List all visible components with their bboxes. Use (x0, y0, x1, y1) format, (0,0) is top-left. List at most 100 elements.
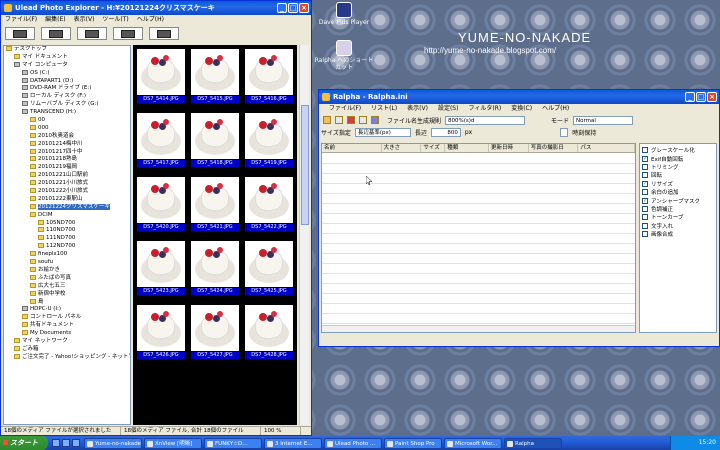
tree-node[interactable]: 00 (4, 117, 130, 125)
option-checkbox[interactable] (642, 231, 648, 238)
tree-node[interactable]: fineplx100 (4, 251, 130, 259)
maximize-button[interactable]: □ (696, 92, 706, 102)
tree-node[interactable]: OS (C:) (4, 69, 130, 78)
tree-node[interactable]: My Documents (4, 330, 130, 338)
column-header[interactable]: 更新日時 (489, 144, 529, 152)
menu-item[interactable]: ファイル(F) (329, 104, 361, 114)
column-header[interactable]: 写真の撮影日 (529, 144, 579, 152)
menu-item[interactable]: 変換(C) (511, 104, 532, 114)
tree-node[interactable]: デスクトップ (4, 46, 130, 54)
camera-button[interactable] (5, 27, 35, 40)
taskbar-button[interactable]: Ulead Photo ... (324, 437, 382, 449)
ralpha-titlebar[interactable]: Ralpha - Ralpha.ini _ □ × (319, 90, 719, 104)
scrollbar-thumb[interactable] (301, 105, 309, 225)
thumbnail[interactable]: DS7_5421.JPG (191, 177, 239, 231)
tree-node[interactable]: ごみ箱 (4, 345, 130, 354)
tree-node[interactable]: 105ND700 (4, 219, 130, 228)
keep-time-checkbox[interactable] (560, 127, 569, 137)
filter-option[interactable]: トリミング (642, 163, 714, 171)
tree-node[interactable]: soufu (4, 259, 130, 267)
maximize-button[interactable]: □ (288, 3, 298, 13)
tree-node[interactable]: 広大七五三 (4, 282, 130, 291)
column-header[interactable]: パス (578, 144, 635, 152)
tree-node[interactable]: コントロール パネル (4, 314, 130, 322)
tree-node[interactable]: 20101221山口駅前 (4, 172, 130, 180)
filter-option[interactable]: 回転 (642, 171, 714, 179)
thumbnail[interactable]: DS7_5423.JPG (137, 241, 185, 295)
option-checkbox[interactable] (642, 205, 648, 212)
close-button[interactable]: × (707, 92, 717, 102)
tree-node[interactable]: 20121224クリスマスケーキ (4, 203, 130, 212)
taskbar-button[interactable]: XnView [明晰] (144, 437, 202, 449)
menu-item[interactable]: 表示(V) (74, 15, 95, 25)
menu-item[interactable]: ファイル(F) (5, 15, 37, 25)
taskbar-button[interactable]: FUNKY☆D... (204, 437, 262, 449)
tree-node[interactable]: DCIM (4, 211, 130, 220)
column-header[interactable]: サイズ (421, 144, 446, 152)
menu-item[interactable]: 表示(V) (407, 104, 428, 114)
thumbnail[interactable]: DS7_5415.JPG (191, 49, 239, 103)
option-checkbox[interactable] (642, 189, 648, 196)
thumbnail[interactable]: DS7_5414.JPG (137, 49, 185, 103)
explorer-titlebar[interactable]: Ulead Photo Explorer - H:¥20121224クリスマスケ… (1, 1, 311, 15)
print-button[interactable] (149, 27, 179, 40)
media-icon[interactable] (72, 439, 80, 447)
thumbnail[interactable]: DS7_5418.JPG (191, 113, 239, 167)
tree-node[interactable]: 000 (4, 124, 130, 133)
tree-node[interactable]: リムーバブル ディスク (G:) (4, 101, 130, 109)
option-checkbox[interactable] (642, 163, 648, 170)
desktop-icon-ralpha[interactable]: Ralpha へのショートカット (314, 40, 374, 71)
menu-item[interactable]: 編集(E) (45, 15, 65, 25)
thumbnail[interactable]: DS7_5426.JPG (137, 305, 185, 359)
tree-node[interactable]: 112ND700 (4, 243, 130, 251)
thumbnail[interactable]: DS7_5428.JPG (245, 305, 293, 359)
tree-node[interactable]: お絵かき (4, 266, 130, 275)
filter-option[interactable]: 文字入れ (642, 222, 714, 230)
file-icon[interactable] (359, 116, 367, 124)
thumbnail[interactable]: DS7_5422.JPG (245, 177, 293, 231)
menu-item[interactable]: リスト(L) (371, 104, 397, 114)
taskbar-button[interactable]: Yume-no-nakade (84, 437, 142, 449)
tree-node[interactable]: ふたばの写真 (4, 274, 130, 283)
minimize-button[interactable]: _ (685, 92, 695, 102)
option-checkbox[interactable]: ✓ (642, 197, 648, 204)
option-checkbox[interactable] (642, 214, 648, 221)
thumbnail-scrollbar[interactable] (299, 45, 309, 425)
option-checkbox[interactable] (642, 147, 648, 154)
thumbnail[interactable]: DS7_5417.JPG (137, 113, 185, 167)
option-checkbox[interactable] (642, 222, 648, 229)
file-list[interactable]: 名前 大きさ サイズ 種類 更新日時 写真の撮影日 パス (321, 143, 636, 333)
tree-node[interactable]: 20101214梅中川 (4, 140, 130, 149)
long-side-input[interactable]: 800 (430, 127, 461, 137)
folder-tree[interactable]: デスクトップ マイ ドキュメント マイ コンピュータ OS (C:) DATAPART1… (3, 45, 131, 425)
size-select[interactable]: 長辺基準(px) (354, 127, 411, 137)
filter-option[interactable]: 色調補正 (642, 205, 714, 213)
option-checkbox[interactable] (642, 172, 648, 179)
menu-item[interactable]: フィルタ(R) (468, 104, 501, 114)
settings-icon[interactable] (371, 116, 379, 124)
filter-option[interactable]: ✓ Exif自動回転 (642, 154, 714, 163)
tree-node[interactable]: マイ ドキュメント (4, 53, 130, 62)
thumbnail[interactable]: DS7_5419.JPG (245, 113, 293, 167)
tree-node[interactable]: マイ コンピュータ (4, 61, 130, 70)
slideshow-button[interactable] (113, 27, 143, 40)
tree-node[interactable]: マイ ネットワーク (4, 337, 130, 346)
tree-node[interactable]: TRANSCEND (H:) (4, 109, 130, 117)
thumbnail[interactable]: DS7_5416.JPG (245, 49, 293, 103)
tree-node[interactable]: 2010秋奥道会 (4, 132, 130, 141)
scanner-button[interactable] (41, 27, 71, 40)
tree-node[interactable]: 111ND700 (4, 235, 130, 243)
ie-icon[interactable] (52, 439, 60, 447)
column-header[interactable]: 大きさ (382, 144, 422, 152)
tree-node[interactable]: 20101222東駅山 (4, 195, 130, 204)
option-checkbox[interactable]: ✓ (642, 155, 648, 162)
thumbnail[interactable]: DS7_5420.JPG (137, 177, 185, 231)
desktop-icon-dave-plus[interactable]: Dave Plus Player (314, 2, 374, 26)
close-button[interactable]: × (299, 3, 309, 13)
tree-node[interactable]: 20101221小川旅式 (4, 180, 130, 188)
filename-rule-input[interactable]: 800%(s)d (445, 115, 526, 125)
taskbar-button[interactable]: Ralpha (504, 437, 562, 449)
file-list-hscrollbar[interactable] (322, 325, 635, 332)
filter-option[interactable]: グレースケール化 (642, 146, 714, 154)
menu-item[interactable]: ツール(T) (102, 15, 128, 25)
